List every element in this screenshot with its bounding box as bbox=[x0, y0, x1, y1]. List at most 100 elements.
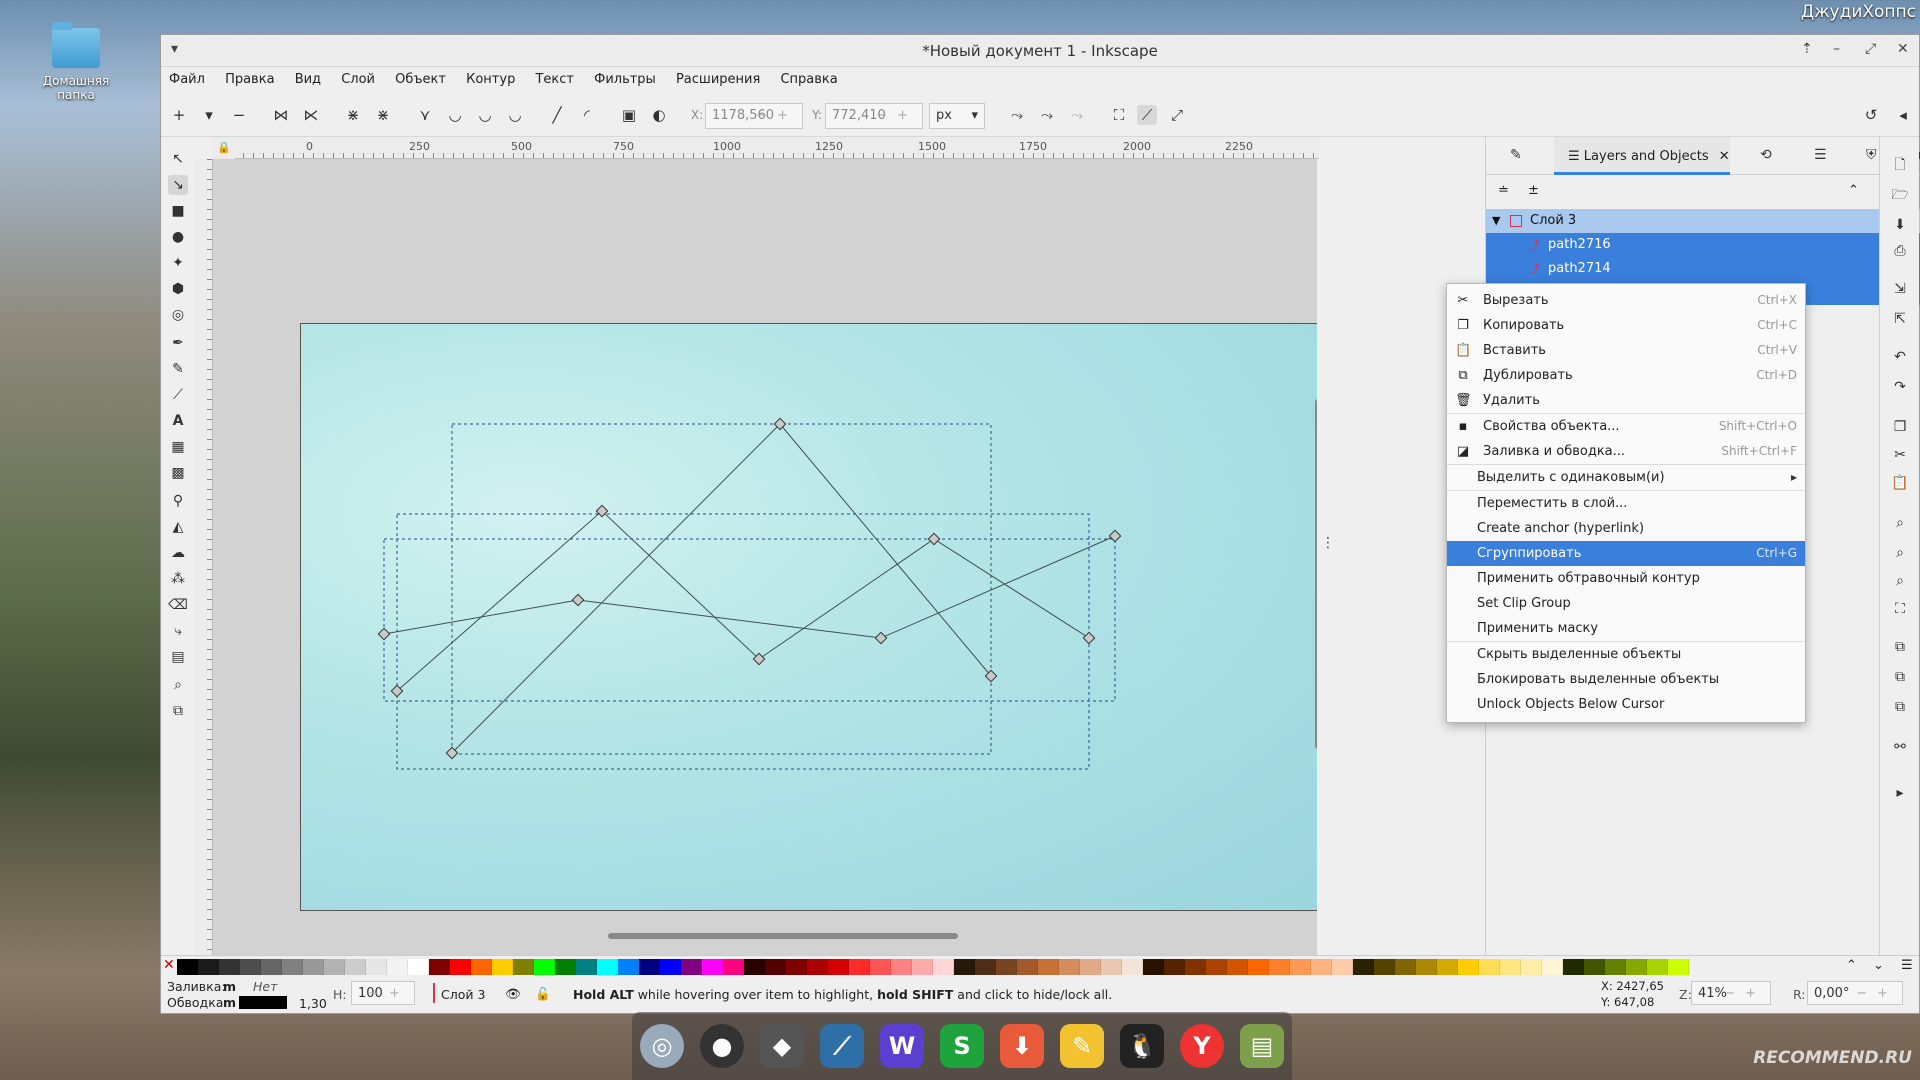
vscodium-app-icon[interactable]: ⟋ bbox=[820, 1024, 864, 1068]
context-menu-item[interactable]: Блокировать выделенные объекты bbox=[1447, 667, 1805, 692]
color-swatch[interactable] bbox=[492, 959, 513, 975]
color-swatch[interactable] bbox=[828, 959, 849, 975]
context-menu-item[interactable]: ▪ Свойства объекта... Shift+Ctrl+O bbox=[1447, 414, 1805, 439]
color-swatch[interactable] bbox=[450, 959, 471, 975]
yandex-browser-icon[interactable]: Y bbox=[1180, 1024, 1224, 1068]
copy-side-icon[interactable]: ❐ bbox=[1890, 417, 1910, 437]
color-swatch[interactable] bbox=[1437, 959, 1458, 975]
color-swatch[interactable] bbox=[555, 959, 576, 975]
obs-app-icon[interactable]: ● bbox=[700, 1024, 744, 1068]
document-properties-tab-icon[interactable]: ⛨ bbox=[1866, 147, 1877, 163]
color-swatch[interactable] bbox=[954, 959, 975, 975]
mesh-tool-icon[interactable]: ▩ bbox=[168, 463, 188, 483]
notes-app-icon[interactable]: ✎ bbox=[1060, 1024, 1104, 1068]
context-menu-item[interactable]: Unlock Objects Below Cursor bbox=[1447, 692, 1805, 717]
tux-app-icon[interactable]: 🐧 bbox=[1120, 1024, 1164, 1068]
node-handle[interactable] bbox=[1108, 529, 1122, 543]
rectangle-tool-icon[interactable]: ■ bbox=[168, 201, 188, 221]
undo-history-tab-icon[interactable]: ⟲ bbox=[1760, 147, 1772, 163]
edit-clip-icon[interactable]: ⟋ bbox=[1137, 105, 1157, 125]
layer-row[interactable]: ⤴ path2716 bbox=[1486, 233, 1920, 257]
home-folder-shortcut[interactable]: Домашняя папка bbox=[30, 22, 122, 102]
x-stepper-icon[interactable]: −+ bbox=[756, 104, 798, 128]
cut-side-icon[interactable]: ✂ bbox=[1890, 445, 1910, 465]
color-swatch[interactable] bbox=[1227, 959, 1248, 975]
maximize-icon[interactable]: ⤢ bbox=[1865, 41, 1876, 57]
palette-scroll-up-icon[interactable]: ⌃ bbox=[1846, 958, 1857, 973]
color-swatch[interactable] bbox=[219, 959, 240, 975]
node-handle[interactable] bbox=[874, 631, 888, 645]
context-menu-item[interactable]: Выделить с одинаковым(и) ▸ bbox=[1447, 465, 1805, 490]
rotation-stepper-icon[interactable]: −+ bbox=[1856, 982, 1898, 1006]
close-window-icon[interactable]: ✕ bbox=[1897, 41, 1909, 57]
color-swatch[interactable] bbox=[1584, 959, 1605, 975]
color-swatch[interactable] bbox=[765, 959, 786, 975]
segment-curve-icon[interactable]: ◜ bbox=[577, 105, 597, 125]
minimize-icon[interactable]: – bbox=[1833, 41, 1840, 57]
menu-layer[interactable]: Слой bbox=[333, 67, 383, 87]
keep-above-icon[interactable]: ⇡ bbox=[1801, 41, 1813, 57]
delete-node-icon[interactable]: − bbox=[229, 105, 249, 125]
color-swatch[interactable] bbox=[618, 959, 639, 975]
opacity-field[interactable]: 100 −+ bbox=[351, 981, 415, 1005]
text-tool-icon[interactable]: A bbox=[168, 411, 188, 431]
export-icon[interactable]: ⇱ bbox=[1890, 309, 1910, 329]
color-swatch[interactable] bbox=[387, 959, 408, 975]
move-up-icon[interactable]: ⌃ bbox=[1848, 183, 1859, 198]
color-swatch[interactable] bbox=[471, 959, 492, 975]
save-icon[interactable]: ⬇ bbox=[1890, 215, 1910, 235]
path555[interactable] bbox=[383, 535, 1116, 639]
stroke-swatch[interactable] bbox=[239, 996, 287, 1009]
vertical-scrollbar[interactable] bbox=[1315, 399, 1317, 749]
insert-node-dropdown-icon[interactable]: ▾ bbox=[199, 105, 219, 125]
color-swatch[interactable] bbox=[975, 959, 996, 975]
open-icon[interactable]: 🗁 bbox=[1890, 185, 1910, 205]
paint-bucket-tool-icon[interactable]: ◭ bbox=[168, 517, 188, 537]
menu-path[interactable]: Контур bbox=[458, 67, 523, 87]
zoom-field[interactable]: 41% −+ bbox=[1691, 981, 1771, 1005]
node-tool-icon[interactable]: ↘ bbox=[168, 175, 188, 195]
pages-tool-icon[interactable]: ▤ bbox=[168, 647, 188, 667]
context-menu-item[interactable]: 🗑 Удалить bbox=[1447, 388, 1805, 413]
paste-side-icon[interactable]: 📋 bbox=[1890, 473, 1910, 493]
eraser-tool-icon[interactable]: ⌫ bbox=[168, 595, 188, 615]
node-handle[interactable] bbox=[927, 532, 941, 546]
color-swatch[interactable] bbox=[660, 959, 681, 975]
layer-row[interactable]: ⤴ path2714 bbox=[1486, 257, 1920, 281]
stroke-width[interactable]: 1,30 bbox=[299, 996, 327, 1011]
menu-object[interactable]: Объект bbox=[387, 67, 454, 87]
color-swatch[interactable] bbox=[639, 959, 660, 975]
color-swatch[interactable] bbox=[912, 959, 933, 975]
color-swatch[interactable] bbox=[240, 959, 261, 975]
undo-icon[interactable]: ↶ bbox=[1890, 347, 1910, 367]
color-swatch[interactable] bbox=[513, 959, 534, 975]
color-swatch[interactable] bbox=[1311, 959, 1332, 975]
node-cusp-icon[interactable]: ⋎ bbox=[415, 105, 435, 125]
context-menu-item[interactable]: Переместить в слой... bbox=[1447, 491, 1805, 516]
context-menu-item[interactable]: Create anchor (hyperlink) bbox=[1447, 516, 1805, 541]
context-menu-item[interactable]: ◪ Заливка и обводка... Shift+Ctrl+F bbox=[1447, 439, 1805, 464]
color-swatch[interactable] bbox=[1185, 959, 1206, 975]
no-paint-swatch-icon[interactable]: ✕ bbox=[163, 957, 175, 973]
x-coordinate-field[interactable]: 1178,560 −+ bbox=[705, 103, 803, 129]
show-handles-icon[interactable]: ⤳ bbox=[1037, 105, 1057, 125]
color-swatch[interactable] bbox=[1458, 959, 1479, 975]
object-to-path-icon[interactable]: ▣ bbox=[619, 105, 639, 125]
context-menu-item[interactable]: ⧉ Дублировать Ctrl+D bbox=[1447, 363, 1805, 388]
color-swatch[interactable] bbox=[1080, 959, 1101, 975]
context-menu-item[interactable]: ❐ Копировать Ctrl+C bbox=[1447, 313, 1805, 338]
delete-segment-icon[interactable]: ⋇ bbox=[373, 105, 393, 125]
layer-row[interactable]: ▼Слой 3🔒 bbox=[1486, 209, 1920, 233]
tweak-tool-icon[interactable]: ☁ bbox=[168, 543, 188, 563]
clone-side-icon[interactable]: ⧉ bbox=[1890, 667, 1910, 687]
archive-app-icon[interactable]: ⬇ bbox=[1000, 1024, 1044, 1068]
measure-tool-icon[interactable]: ⧉ bbox=[168, 701, 188, 721]
expand-down-icon[interactable]: ▼ bbox=[1492, 209, 1500, 233]
color-swatch[interactable] bbox=[1290, 959, 1311, 975]
color-swatch[interactable] bbox=[1668, 959, 1689, 975]
dock-resize-handle[interactable]: ⋮ bbox=[1321, 535, 1335, 551]
3d-box-tool-icon[interactable]: ⬢ bbox=[168, 279, 188, 299]
color-swatch[interactable] bbox=[1206, 959, 1227, 975]
fill-stroke-tab-icon[interactable]: ✎ bbox=[1510, 147, 1522, 163]
group-side-icon[interactable]: ⚯ bbox=[1890, 737, 1910, 757]
